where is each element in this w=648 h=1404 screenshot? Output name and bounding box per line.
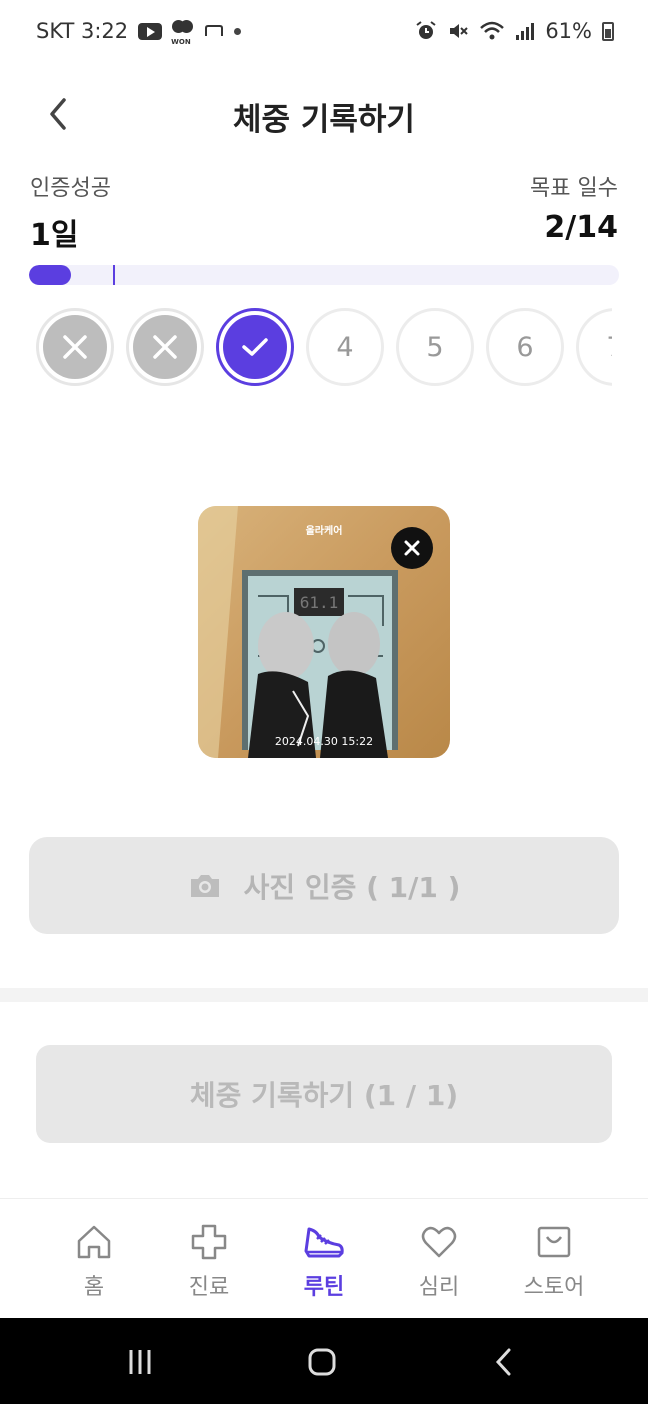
tab-medical[interactable]: 진료 (159, 1221, 259, 1301)
sneaker-icon (274, 1221, 374, 1263)
day-circle-failed[interactable] (126, 308, 204, 386)
home-nav-icon (308, 1348, 336, 1376)
bottom-tab-bar: 홈 진료 루틴 심리 스토어 (0, 1198, 648, 1318)
back-nav-icon (495, 1348, 511, 1376)
page-title: 체중 기록하기 (233, 102, 415, 138)
photo-verify-label: 사진 인증 ( 1/1 ) (243, 870, 461, 904)
tab-store-label: 스토어 (523, 1275, 585, 1300)
wifi-icon (479, 20, 505, 42)
tab-store[interactable]: 스토어 (504, 1221, 604, 1301)
day-circle[interactable]: 7 (576, 308, 612, 386)
day-circle-completed[interactable] (216, 308, 294, 386)
tab-mind-label: 심리 (418, 1275, 460, 1300)
tab-home-label: 홈 (83, 1275, 105, 1300)
back-nav-button[interactable] (484, 1345, 524, 1379)
recent-apps-icon (129, 1350, 151, 1374)
progress-bar (29, 265, 619, 285)
day-circle[interactable]: 6 (486, 308, 564, 386)
photo-verify-button[interactable]: 사진 인증 ( 1/1 ) (29, 837, 619, 934)
battery-icon (602, 21, 614, 41)
day-circle-fill (133, 315, 197, 379)
medical-cross-icon (159, 1221, 259, 1263)
x-icon (153, 335, 177, 359)
status-left: SKT 3:22 WON (36, 19, 242, 46)
carrier-time: SKT 3:22 (36, 19, 129, 43)
day-circle-failed[interactable] (36, 308, 114, 386)
photo-timestamp: 2024.04.30 15:22 (274, 735, 374, 748)
battery-percent: 61% (545, 19, 592, 43)
status-bar: SKT 3:22 WON 61% (0, 0, 648, 62)
tab-home[interactable]: 홈 (44, 1221, 144, 1301)
youtube-icon (138, 22, 163, 40)
success-label: 인증성공 (30, 176, 111, 201)
day-circle-fill (43, 315, 107, 379)
header: 체중 기록하기 (0, 70, 648, 160)
status-right: 61% (415, 19, 614, 43)
progress-marker (113, 265, 115, 285)
alarm-icon (415, 20, 437, 42)
remove-photo-button[interactable] (391, 527, 433, 569)
record-weight-label: 체중 기록하기 (1 / 1) (189, 1079, 459, 1112)
signal-icon (515, 21, 535, 41)
shopping-bag-icon (504, 1221, 604, 1263)
day-circle[interactable]: 4 (306, 308, 384, 386)
camera-icon (190, 874, 219, 897)
recent-apps-button[interactable] (120, 1345, 160, 1379)
day-circle[interactable]: 5 (396, 308, 474, 386)
system-nav-bar (0, 1318, 648, 1404)
home-icon (44, 1221, 144, 1263)
svg-text:61.1: 61.1 (300, 593, 339, 612)
notification-dot (234, 27, 242, 35)
won-icon: WON (171, 20, 194, 46)
goal-label: 목표 일수 (530, 176, 618, 201)
mute-icon (447, 20, 469, 42)
record-weight-button[interactable]: 체중 기록하기 (1 / 1) (36, 1045, 612, 1143)
home-nav-button[interactable] (302, 1345, 342, 1379)
section-divider (0, 988, 648, 1002)
day-circle-fill (223, 315, 287, 379)
check-icon (242, 338, 268, 356)
close-icon (404, 540, 420, 556)
tab-routine[interactable]: 루틴 (274, 1221, 374, 1301)
heart-icon (389, 1221, 489, 1263)
goal-value: 2/14 (544, 210, 618, 245)
day-circles: 4567 (36, 308, 612, 388)
cast-icon (204, 24, 224, 38)
tab-routine-label: 루틴 (303, 1275, 345, 1300)
x-icon (63, 335, 87, 359)
tab-medical-label: 진료 (188, 1275, 230, 1300)
tab-mind[interactable]: 심리 (389, 1221, 489, 1301)
progress-fill (29, 265, 72, 285)
success-value: 1일 (30, 218, 79, 253)
